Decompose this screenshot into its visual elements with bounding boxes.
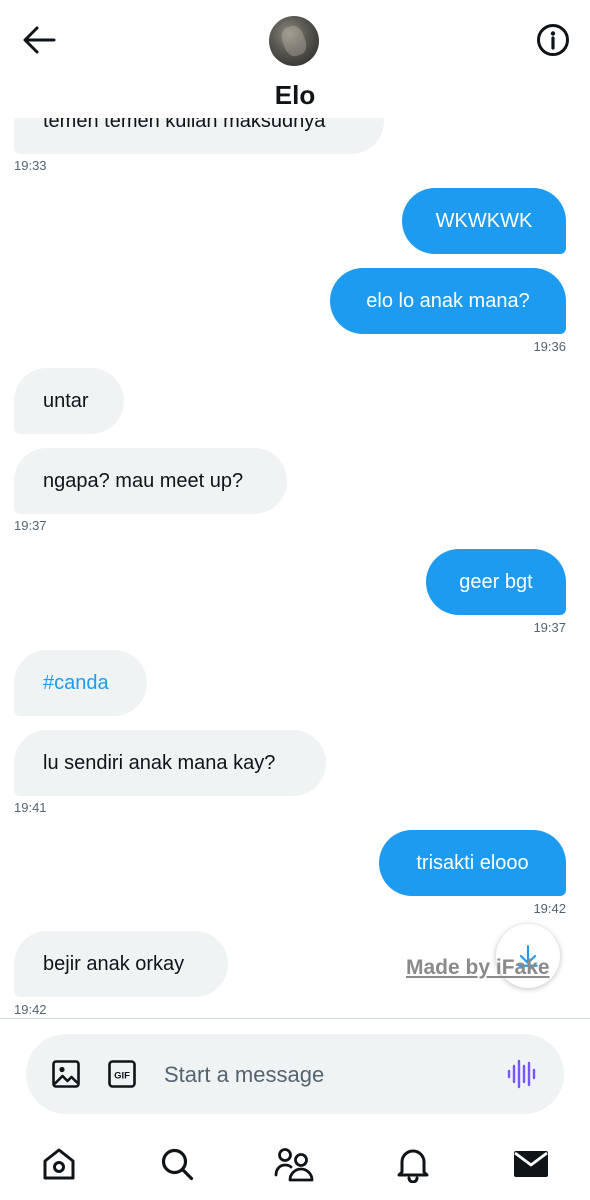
message-text: lu sendiri anak mana kay? [43, 751, 276, 774]
voice-message-button[interactable] [504, 1056, 540, 1092]
message-incoming[interactable]: untar [14, 368, 124, 434]
message-text: ngapa? mau meet up? [43, 469, 244, 492]
message-outgoing[interactable]: WKWKWK [402, 188, 566, 254]
gif-icon: GIF [108, 1060, 136, 1088]
add-image-button[interactable] [50, 1058, 82, 1090]
bell-icon [397, 1149, 429, 1183]
message-incoming[interactable]: ngapa? mau meet up? [14, 448, 287, 514]
message-outgoing[interactable]: geer bgt [426, 549, 566, 615]
message-incoming[interactable]: bejir anak orkay [14, 931, 228, 997]
gif-label: GIF [114, 1071, 130, 1082]
message-outgoing[interactable]: elo lo anak mana? [330, 268, 566, 334]
conversation-info-button[interactable] [534, 21, 572, 59]
home-icon [43, 1148, 75, 1180]
message-timestamp: 19:36 [533, 339, 566, 354]
message-timestamp: 19:42 [533, 901, 566, 916]
message-text: trisakti elooo [416, 851, 529, 874]
add-gif-button[interactable]: GIF [106, 1058, 138, 1090]
message-composer: GIF [26, 1034, 564, 1114]
bottom-tab-bar [0, 1130, 590, 1200]
voice-waveform-icon [507, 1059, 536, 1089]
conversation-header: Elo [0, 0, 590, 118]
message-timestamp: 19:42 [14, 1002, 47, 1017]
message-timestamp: 19:33 [14, 158, 47, 173]
message-text: elo lo anak mana? [366, 289, 530, 312]
hashtag-link[interactable]: #canda [43, 672, 109, 695]
message-timestamp: 19:37 [14, 518, 47, 533]
tab-communities[interactable] [272, 1142, 316, 1186]
message-incoming[interactable]: lu sendiri anak mana kay? [14, 730, 326, 796]
conversation[interactable]: temen temen kuliah maksudnya 19:33 WKWKW… [0, 0, 590, 1018]
message-input[interactable] [162, 1054, 466, 1096]
arrow-left-icon [23, 26, 56, 54]
watermark: Made by iFake [406, 956, 550, 979]
communities-icon [274, 1148, 314, 1182]
message-text: WKWKWK [435, 209, 533, 232]
mail-icon [514, 1151, 548, 1177]
message-incoming[interactable]: #canda [14, 650, 147, 716]
tab-search[interactable] [155, 1142, 199, 1186]
message-text: geer bgt [459, 570, 533, 593]
info-icon [537, 24, 569, 56]
composer-divider [0, 1018, 590, 1019]
tab-home[interactable] [37, 1142, 81, 1186]
message-outgoing[interactable]: trisakti elooo [379, 830, 566, 896]
message-timestamp: 19:37 [533, 620, 566, 635]
message-text: untar [43, 389, 89, 412]
image-icon [52, 1060, 80, 1088]
message-text: bejir anak orkay [43, 952, 185, 975]
tab-messages[interactable] [509, 1142, 553, 1186]
tab-notifications[interactable] [391, 1142, 435, 1186]
contact-name[interactable]: Elo [0, 80, 590, 111]
contact-avatar[interactable] [269, 16, 319, 66]
back-button[interactable] [20, 22, 58, 58]
search-icon [161, 1148, 194, 1181]
message-timestamp: 19:41 [14, 800, 47, 815]
